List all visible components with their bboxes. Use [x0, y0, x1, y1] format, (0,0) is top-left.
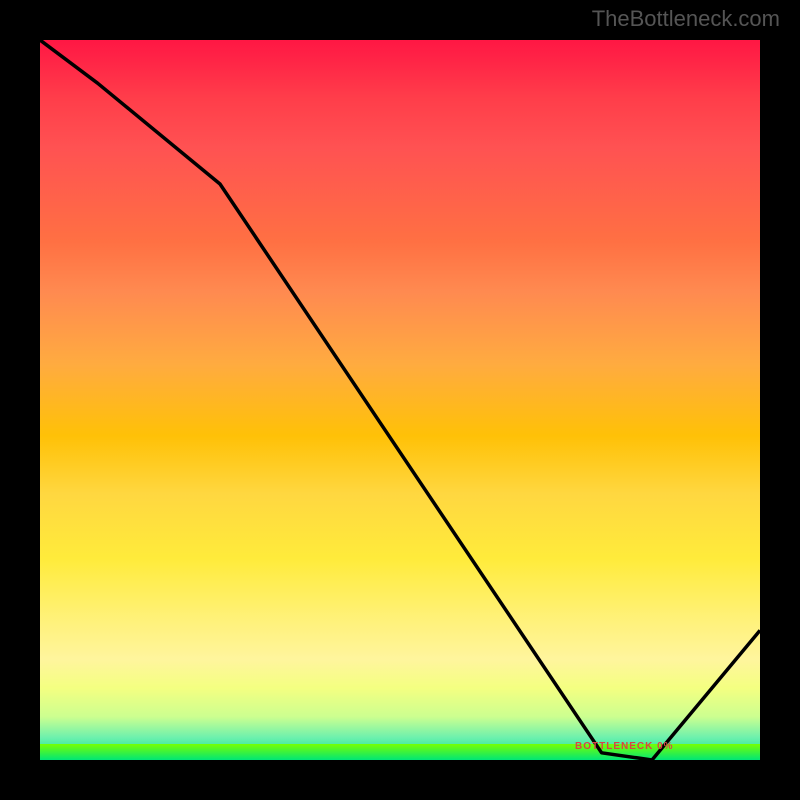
bottleneck-curve	[40, 40, 760, 760]
watermark-text: TheBottleneck.com	[592, 6, 780, 32]
plot-area: BOTTLENECK 0%	[40, 40, 760, 760]
bottleneck-annotation: BOTTLENECK 0%	[575, 741, 674, 752]
